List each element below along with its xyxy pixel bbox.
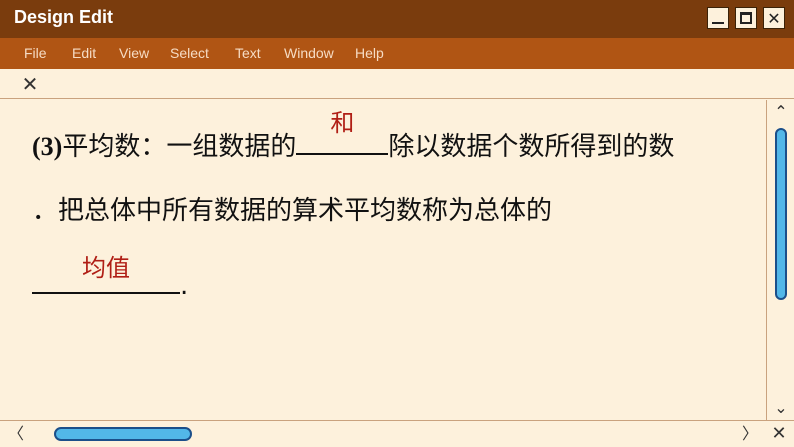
line3-period: . (180, 271, 189, 301)
menu-view[interactable]: View (119, 45, 149, 61)
window-title: Design Edit (14, 7, 114, 27)
answer-text-1: 和 (330, 109, 355, 137)
menu-text[interactable]: Text (235, 45, 261, 61)
answer-text-2: 均值 (82, 254, 130, 282)
corner-close-icon[interactable]: ✕ (768, 423, 790, 445)
close-icon: ✕ (767, 8, 781, 28)
line2-text: ．把总体中所有数据的算术平均数称为总体的 (32, 196, 553, 226)
menu-edit[interactable]: Edit (72, 45, 96, 61)
menu-select[interactable]: Select (170, 45, 209, 61)
document-line-3: 均值. (32, 254, 189, 301)
document-line-2: ．把总体中所有数据的算术平均数称为总体的 (32, 190, 552, 227)
minimize-icon (712, 22, 724, 24)
fill-blank-2: 均值 (32, 254, 180, 294)
minimize-button[interactable] (707, 7, 729, 29)
title-bar: Design Edit ✕ (0, 0, 794, 38)
item-number: (3) (32, 132, 63, 161)
close-button[interactable]: ✕ (763, 7, 785, 29)
tab-close-icon[interactable]: ✕ (19, 71, 41, 97)
menu-window[interactable]: Window (284, 45, 334, 61)
scroll-right-icon[interactable]: 〉 (738, 423, 762, 445)
menu-bar: File Edit View Select Text Window Help (0, 38, 794, 69)
maximize-button[interactable] (735, 7, 757, 29)
scroll-up-icon[interactable]: ⌃ (767, 102, 794, 122)
document-line-1: (3)平均数：一组数据的 和除以数据个数所得到的数 (32, 109, 675, 163)
vertical-scrollbar[interactable]: ⌃ ⌄ (766, 100, 794, 420)
scroll-left-icon[interactable]: 〈 (4, 423, 28, 445)
menu-file[interactable]: File (24, 45, 47, 61)
horizontal-scrollbar[interactable]: 〈 〉 ✕ (0, 420, 794, 447)
line1-text-after: 除以数据个数所得到的数 (388, 132, 675, 162)
horizontal-scroll-thumb[interactable] (54, 427, 192, 441)
line1-text-before: 平均数：一组数据的 (62, 132, 297, 162)
tab-bar: ✕ (0, 69, 794, 99)
menu-help[interactable]: Help (355, 45, 384, 61)
scroll-down-icon[interactable]: ⌄ (767, 398, 794, 418)
fill-blank-1: 和 (296, 109, 389, 155)
maximize-icon (740, 12, 752, 24)
document-area[interactable]: (3)平均数：一组数据的 和除以数据个数所得到的数 ．把总体中所有数据的算术平均数… (0, 100, 766, 420)
vertical-scroll-thumb[interactable] (775, 128, 787, 300)
